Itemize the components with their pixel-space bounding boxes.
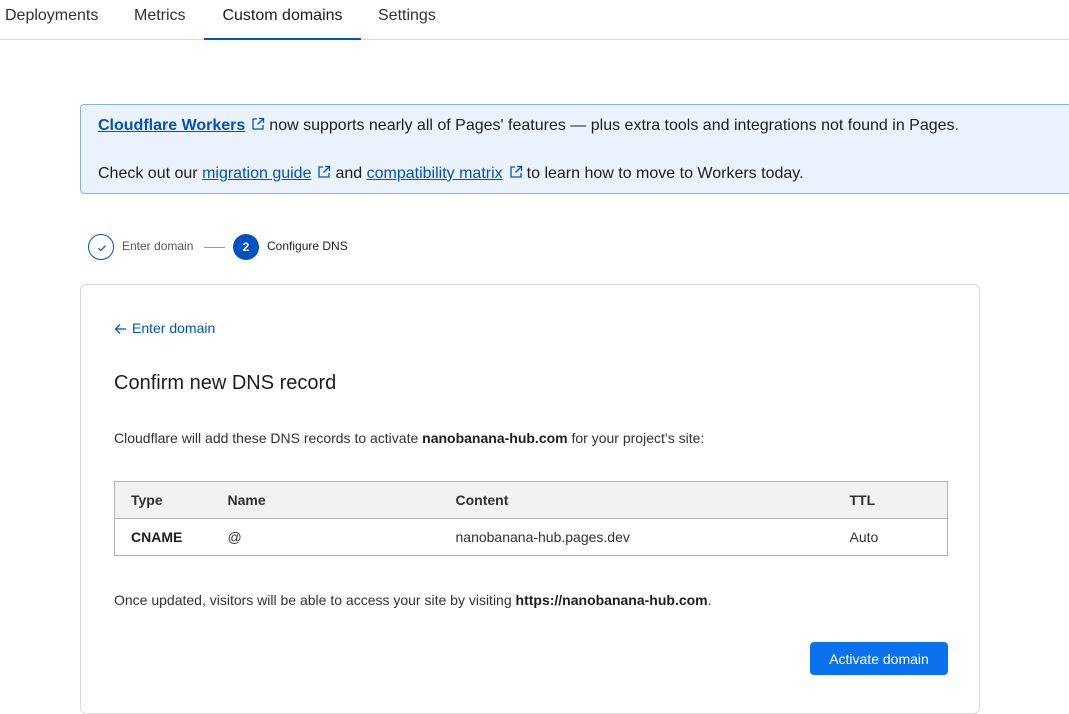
- tab-metrics[interactable]: Metrics: [134, 0, 186, 40]
- dns-description: Cloudflare will add these DNS records to…: [114, 430, 704, 446]
- domain-name: nanobanana-hub.com: [422, 430, 568, 446]
- footnote-prefix: Once updated, visitors will be able to a…: [114, 592, 512, 608]
- migration-guide-link[interactable]: migration guide: [202, 165, 311, 182]
- external-link-icon: [510, 165, 522, 178]
- desc-suffix: for your project’s site:: [571, 430, 705, 446]
- access-footnote: Once updated, visitors will be able to a…: [114, 592, 712, 608]
- tab-deployments[interactable]: Deployments: [5, 0, 98, 40]
- cell-name: @: [227, 529, 242, 545]
- site-url: https://nanobanana-hub.com: [515, 592, 708, 608]
- tab-bar: Deployments Metrics Custom domains Setti…: [0, 0, 1069, 40]
- cell-content: nanobanana-hub.pages.dev: [455, 529, 630, 545]
- configure-dns-card: Enter domain Confirm new DNS record Clou…: [80, 284, 980, 714]
- activate-domain-button[interactable]: Activate domain: [810, 642, 948, 675]
- banner-line1-text: now supports nearly all of Pages' featur…: [269, 117, 959, 134]
- table-row: CNAME @ nanobanana-hub.pages.dev Auto: [115, 519, 948, 556]
- header-type: Type: [114, 481, 228, 519]
- back-to-enter-domain-link[interactable]: Enter domain: [114, 320, 215, 336]
- banner-line-1: Cloudflare Workers now supports nearly al…: [98, 116, 959, 136]
- banner-line2-suffix: to learn how to move to Workers today.: [526, 165, 804, 182]
- checkmark-icon: [98, 245, 106, 252]
- header-ttl: TTL: [849, 481, 948, 519]
- desc-prefix: Cloudflare will add these DNS records to…: [114, 430, 419, 446]
- table-header-row: Type Name Content TTL: [114, 481, 948, 519]
- step-1-label: Enter domain: [122, 239, 194, 253]
- cell-ttl: Auto: [849, 529, 879, 545]
- banner-line2-prefix: Check out our: [98, 165, 198, 182]
- cloudflare-workers-link[interactable]: Cloudflare Workers: [98, 117, 245, 134]
- header-name: Name: [227, 481, 456, 519]
- step-1-complete-indicator: [88, 234, 114, 260]
- banner-line2-and: and: [335, 165, 363, 182]
- back-link-label: Enter domain: [132, 320, 216, 336]
- dns-records-table: Type Name Content TTL CNAME @ nanobanana…: [114, 481, 948, 556]
- arrow-left-icon: [114, 324, 126, 334]
- header-content: Content: [455, 481, 850, 519]
- external-link-icon: [252, 117, 265, 130]
- tab-settings[interactable]: Settings: [378, 0, 436, 40]
- page-title: Confirm new DNS record: [114, 372, 337, 394]
- tab-custom-domains[interactable]: Custom domains: [204, 0, 361, 40]
- banner-line-2: Check out our migration guide and compati…: [98, 164, 804, 184]
- compatibility-matrix-link[interactable]: compatibility matrix: [367, 165, 503, 182]
- cell-type: CNAME: [131, 529, 183, 545]
- external-link-icon: [318, 165, 331, 178]
- footnote-suffix: .: [707, 592, 712, 608]
- step-connector: [204, 247, 225, 248]
- step-2-indicator: 2: [233, 234, 259, 260]
- workers-info-banner: Cloudflare Workers now supports nearly al…: [80, 104, 1069, 194]
- setup-stepper: Enter domain 2 Configure DNS: [88, 234, 388, 260]
- step-2-label: Configure DNS: [267, 239, 348, 253]
